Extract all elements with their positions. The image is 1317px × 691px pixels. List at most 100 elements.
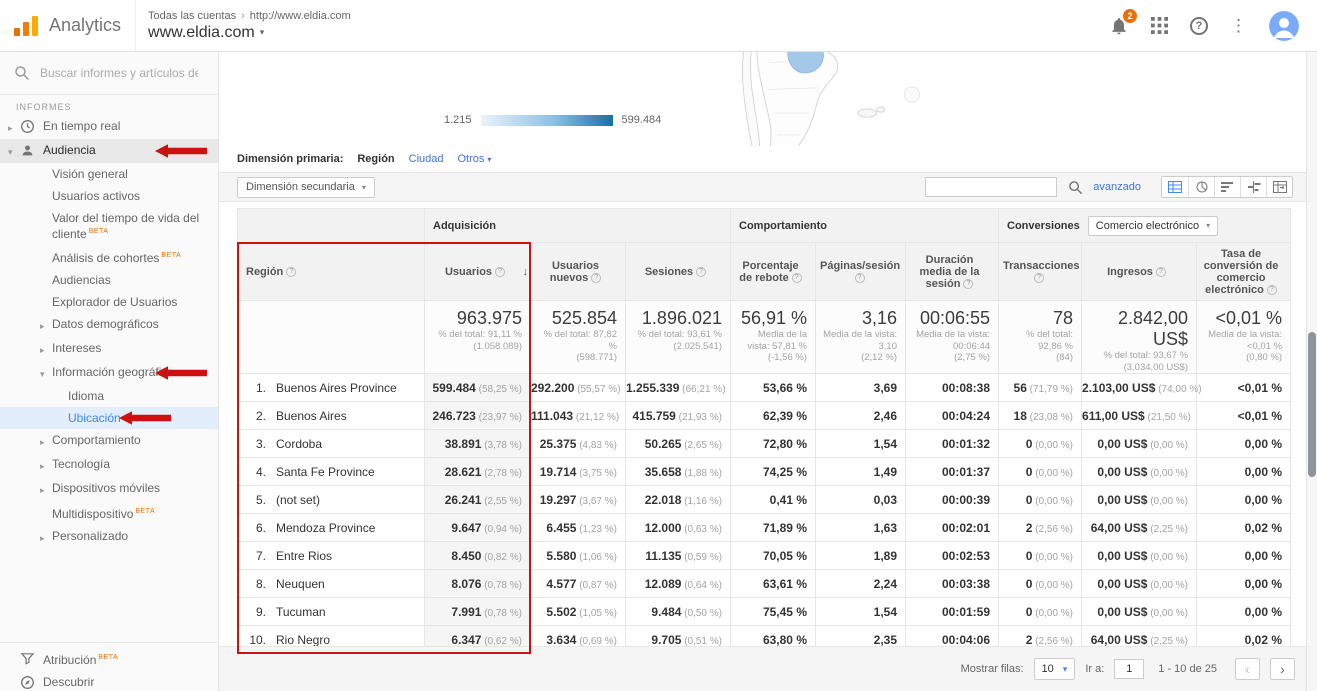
column-header-porcentaje-de-rebote[interactable]: Porcentaje de rebote? bbox=[731, 243, 816, 301]
property-selector[interactable]: www.eldia.com ▾ bbox=[148, 24, 351, 42]
sidebar-item-ubicacion[interactable]: Ubicación bbox=[0, 407, 218, 429]
cell-porcentaje-de-rebote: 74,25 % bbox=[731, 458, 816, 486]
column-header-ingresos[interactable]: Ingresos? bbox=[1082, 243, 1197, 301]
column-header-paginas-sesion[interactable]: Páginas/sesión? bbox=[816, 243, 906, 301]
breadcrumb[interactable]: Todas las cuentas › http://www.eldia.com bbox=[148, 10, 351, 22]
chevron-right-icon[interactable]: ▸ bbox=[40, 457, 52, 473]
prev-page-button[interactable]: ‹ bbox=[1235, 658, 1260, 680]
geo-map[interactable] bbox=[649, 52, 939, 146]
vertical-scrollbar[interactable] bbox=[1306, 52, 1317, 691]
sidebar-item-analisis-de-cohortes[interactable]: Análisis de cohortesBETA bbox=[0, 245, 218, 269]
region-name[interactable]: Santa Fe Province bbox=[276, 465, 375, 479]
region-name[interactable]: Tucuman bbox=[276, 605, 326, 619]
help-icon[interactable]: ? bbox=[495, 267, 505, 277]
sidebar-item-en-tiempo-real[interactable]: ▸En tiempo real bbox=[0, 115, 218, 139]
column-header-usuarios[interactable]: Usuarios?↓ bbox=[425, 243, 531, 301]
region-name[interactable]: Rio Negro bbox=[276, 633, 330, 647]
search-icon[interactable] bbox=[1065, 177, 1085, 197]
chevron-right-icon[interactable]: ▸ bbox=[40, 529, 52, 545]
sidebar-item-usuarios-activos[interactable]: Usuarios activos bbox=[0, 185, 218, 207]
help-icon[interactable]: ? bbox=[1267, 285, 1277, 295]
region-name[interactable]: Mendoza Province bbox=[276, 521, 375, 535]
sidebar-item-audiencias[interactable]: Audiencias bbox=[0, 269, 218, 291]
help-icon[interactable]: ? bbox=[792, 273, 802, 283]
chevron-right-icon[interactable]: ▸ bbox=[40, 341, 52, 357]
column-header-sesiones[interactable]: Sesiones? bbox=[626, 243, 731, 301]
more-menu-icon[interactable]: ⋮ bbox=[1230, 16, 1247, 36]
table-search-input[interactable] bbox=[925, 177, 1057, 197]
sidebar-item-audiencia[interactable]: ▾Audiencia bbox=[0, 139, 218, 163]
region-name[interactable]: (not set) bbox=[276, 493, 320, 507]
sidebar-item-datos-demograficos[interactable]: ▸Datos demográficos bbox=[0, 313, 218, 337]
sidebar-item-label: Dispositivos móviles bbox=[52, 481, 210, 495]
sidebar-search[interactable] bbox=[0, 52, 218, 95]
secondary-dimension-button[interactable]: Dimensión secundaria ▾ bbox=[237, 177, 375, 198]
column-header-duracion-media-de-la-sesion[interactable]: Duración media de la sesión? bbox=[906, 243, 999, 301]
region-name[interactable]: Buenos Aires Province bbox=[276, 381, 397, 395]
breadcrumb-property-url[interactable]: http://www.eldia.com bbox=[250, 10, 351, 22]
cell-paginas-sesion: 1,63 bbox=[816, 514, 906, 542]
sidebar-item-explorador-de-usuarios[interactable]: Explorador de Usuarios bbox=[0, 291, 218, 313]
help-icon[interactable]: ? bbox=[591, 273, 601, 283]
sidebar-item-vision-general[interactable]: Visión general bbox=[0, 163, 218, 185]
rows-per-page-select[interactable]: 10 ▾ bbox=[1034, 658, 1076, 680]
region-name[interactable]: Cordoba bbox=[276, 437, 322, 451]
analytics-logo-icon[interactable] bbox=[12, 14, 40, 38]
advanced-search-link[interactable]: avanzado bbox=[1093, 181, 1141, 193]
column-header-label: Ingresos bbox=[1107, 266, 1153, 278]
ecommerce-selector[interactable]: Comercio electrónico ▾ bbox=[1088, 216, 1218, 236]
notifications-bell-icon[interactable]: 2 bbox=[1109, 16, 1129, 36]
chevron-down-icon[interactable]: ▾ bbox=[8, 143, 20, 159]
breadcrumb-account[interactable]: Todas las cuentas bbox=[148, 10, 236, 22]
cell-duracion-media-de-la-sesion: 00:01:37 bbox=[906, 458, 999, 486]
performance-view-icon[interactable] bbox=[1214, 177, 1240, 197]
table-row: 1.Buenos Aires Province599.484 (58,25 %)… bbox=[238, 374, 1291, 402]
sidebar-item-dispositivos-moviles[interactable]: ▸Dispositivos móviles bbox=[0, 477, 218, 501]
sidebar-item-multidispositivo[interactable]: MultidispositivoBETA bbox=[0, 501, 218, 525]
sort-desc-icon[interactable]: ↓ bbox=[523, 266, 529, 278]
cell-duracion-media-de-la-sesion: 00:08:38 bbox=[906, 374, 999, 402]
column-header-tasa-de-conversion-de-comercio-electronico[interactable]: Tasa de conversión de comercio electróni… bbox=[1197, 243, 1291, 301]
table-view-icon[interactable] bbox=[1162, 177, 1188, 197]
sidebar-item-informacion-geografica[interactable]: ▾Información geográfica bbox=[0, 361, 218, 385]
pivot-view-icon[interactable] bbox=[1266, 177, 1292, 197]
chevron-right-icon[interactable]: ▸ bbox=[8, 119, 20, 135]
scrollbar-thumb[interactable] bbox=[1308, 332, 1316, 477]
sidebar-item-personalizado[interactable]: ▸Personalizado bbox=[0, 525, 218, 549]
sidebar-item-comportamiento[interactable]: ▸Comportamiento bbox=[0, 429, 218, 453]
percent-view-icon[interactable] bbox=[1188, 177, 1214, 197]
help-icon[interactable]: ? bbox=[1156, 267, 1166, 277]
column-header-transacciones[interactable]: Transacciones? bbox=[999, 243, 1082, 301]
chevron-right-icon[interactable]: ▸ bbox=[40, 481, 52, 497]
sidebar-item-intereses[interactable]: ▸Intereses bbox=[0, 337, 218, 361]
region-name[interactable]: Neuquen bbox=[276, 577, 325, 591]
avatar[interactable] bbox=[1269, 11, 1299, 41]
chevron-down-icon[interactable]: ▾ bbox=[40, 365, 52, 381]
sidebar-item-idioma[interactable]: Idioma bbox=[0, 385, 218, 407]
help-icon[interactable]: ? bbox=[1190, 17, 1208, 35]
summary-value: 525.854 bbox=[535, 308, 617, 329]
help-icon[interactable]: ? bbox=[1034, 273, 1044, 283]
chevron-right-icon[interactable]: ▸ bbox=[40, 317, 52, 333]
region-name[interactable]: Buenos Aires bbox=[276, 409, 347, 423]
dimension-region[interactable]: Región bbox=[357, 153, 394, 165]
sidebar-item-tecnologia[interactable]: ▸Tecnología bbox=[0, 453, 218, 477]
help-icon[interactable]: ? bbox=[696, 267, 706, 277]
apps-grid-icon[interactable] bbox=[1151, 17, 1168, 34]
sidebar-item-descubrir[interactable]: Descubrir bbox=[0, 671, 218, 691]
sidebar-item-atribucion[interactable]: AtribuciónBETA bbox=[0, 647, 218, 671]
column-header-usuarios-nuevos[interactable]: Usuarios nuevos? bbox=[531, 243, 626, 301]
column-header-region[interactable]: Región? bbox=[238, 243, 425, 301]
help-icon[interactable]: ? bbox=[963, 279, 973, 289]
dimension-otros[interactable]: Otros▾ bbox=[458, 153, 492, 165]
help-icon[interactable]: ? bbox=[855, 273, 865, 283]
sidebar-item-valor-del-tiempo-de-vida-del-cliente[interactable]: Valor del tiempo de vida del clienteBETA bbox=[0, 207, 218, 245]
goto-page-input[interactable] bbox=[1114, 659, 1144, 679]
help-icon[interactable]: ? bbox=[286, 267, 296, 277]
chevron-right-icon[interactable]: ▸ bbox=[40, 433, 52, 449]
region-name[interactable]: Entre Rios bbox=[276, 549, 332, 563]
comparison-view-icon[interactable] bbox=[1240, 177, 1266, 197]
next-page-button[interactable]: › bbox=[1270, 658, 1295, 680]
search-input[interactable] bbox=[40, 66, 198, 80]
dimension-ciudad[interactable]: Ciudad bbox=[409, 153, 444, 165]
